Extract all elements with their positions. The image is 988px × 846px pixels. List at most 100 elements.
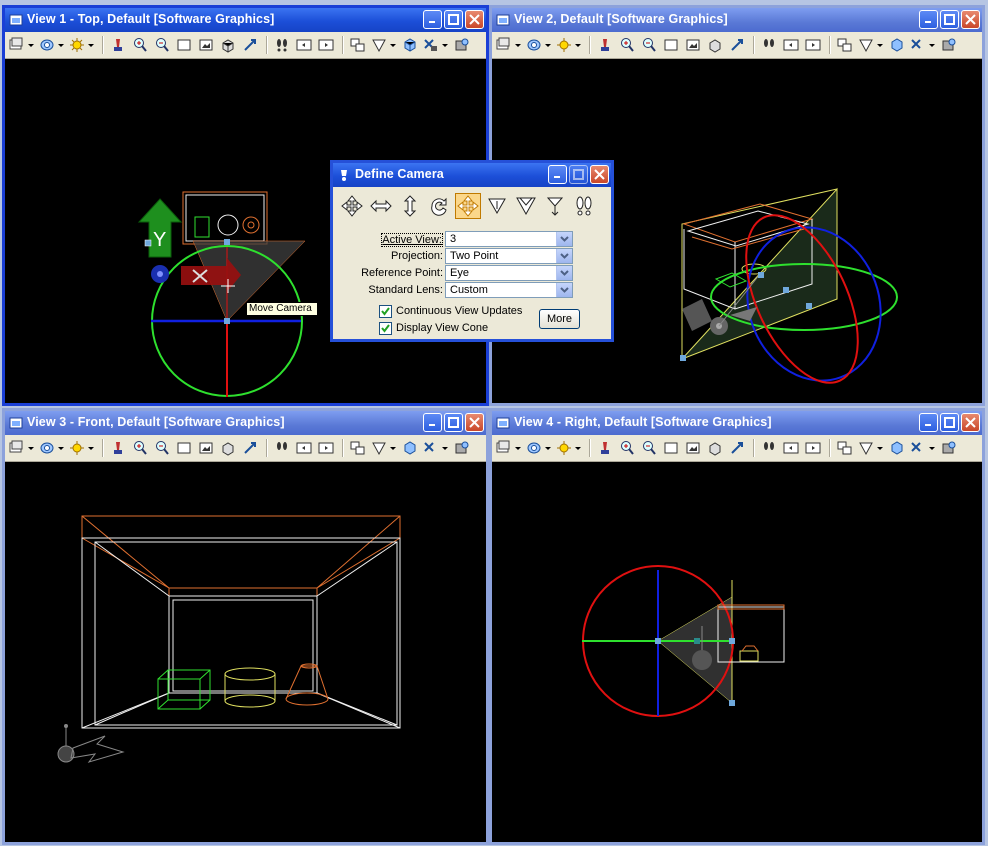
copy-view-icon[interactable] [348,35,368,55]
maximize-button[interactable] [940,413,959,432]
view-attributes-icon[interactable] [495,438,523,458]
lighting-icon[interactable] [555,35,583,55]
chevron-down-icon[interactable] [556,232,572,246]
view-2-titlebar[interactable]: View 2, Default [Software Graphics] [492,8,982,32]
close-button[interactable] [961,413,980,432]
view-3-window[interactable]: View 3 - Front, Default [Software Graphi… [2,408,489,845]
pan-view-icon[interactable] [727,438,747,458]
tilt-icon[interactable] [484,193,510,219]
camera-icon[interactable] [909,35,937,55]
zoom-out-icon[interactable] [152,35,172,55]
pan-view-icon[interactable] [727,35,747,55]
dialog-minimize-button[interactable] [548,165,567,184]
render-icon[interactable] [939,35,959,55]
view-3-viewport[interactable] [5,462,486,842]
clip-volume-icon[interactable] [857,35,885,55]
dolly-all-icon[interactable] [339,193,365,219]
lens-icon[interactable] [513,193,539,219]
rotate-view-icon[interactable] [218,438,238,458]
walk-icon[interactable] [759,35,779,55]
standard-lens-select[interactable]: Custom [445,282,573,298]
move-camera-icon[interactable] [455,193,481,219]
clip-volume-icon[interactable] [370,438,398,458]
window-area-icon[interactable] [661,438,681,458]
continuous-view-updates-checkbox[interactable]: Continuous View Updates [379,305,549,319]
update-view-icon[interactable] [108,438,128,458]
view-previous-icon[interactable] [781,35,801,55]
rotate-view-icon[interactable] [218,35,238,55]
window-area-icon[interactable] [174,35,194,55]
camera-icon[interactable] [422,35,450,55]
orbit-icon[interactable] [426,193,452,219]
minimize-button[interactable] [423,10,442,29]
view-next-icon[interactable] [803,438,823,458]
fit-view-icon[interactable] [196,35,216,55]
copy-view-icon[interactable] [835,35,855,55]
render-icon[interactable] [939,438,959,458]
rotate-view-icon[interactable] [705,35,725,55]
zoom-out-icon[interactable] [639,438,659,458]
zoom-in-icon[interactable] [130,35,150,55]
maximize-button[interactable] [444,413,463,432]
walk-icon[interactable] [272,438,292,458]
view-next-icon[interactable] [316,35,336,55]
view-3-titlebar[interactable]: View 3 - Front, Default [Software Graphi… [5,411,486,435]
close-button[interactable] [465,413,484,432]
pan-horizontal-icon[interactable] [368,193,394,219]
active-view-select[interactable]: 3 [445,231,573,247]
view-4-titlebar[interactable]: View 4 - Right, Default [Software Graphi… [492,411,982,435]
update-view-icon[interactable] [595,438,615,458]
view-4-viewport[interactable] [492,462,982,842]
view-next-icon[interactable] [803,35,823,55]
checkmark-icon[interactable] [379,322,392,335]
chevron-down-icon[interactable] [556,283,572,297]
update-view-icon[interactable] [108,35,128,55]
view-1-titlebar[interactable]: View 1 - Top, Default [Software Graphics… [5,8,486,32]
define-camera-dialog[interactable]: Define Camera Active View: 3 Projection:… [330,160,614,342]
more-button[interactable]: More [539,309,580,329]
dialog-titlebar[interactable]: Define Camera [333,163,611,187]
view-attributes-icon[interactable] [8,438,36,458]
walk-icon[interactable] [272,35,292,55]
view-previous-icon[interactable] [294,438,314,458]
cube-icon[interactable] [887,35,907,55]
walk-camera-icon[interactable] [571,193,597,219]
zoom-out-icon[interactable] [152,438,172,458]
close-button[interactable] [465,10,484,29]
zoom-in-icon[interactable] [617,438,637,458]
fit-view-icon[interactable] [683,35,703,55]
cube-icon[interactable] [887,438,907,458]
fit-view-icon[interactable] [683,438,703,458]
copy-view-icon[interactable] [348,438,368,458]
cube-icon[interactable] [400,35,420,55]
fit-view-icon[interactable] [196,438,216,458]
view-4-window[interactable]: View 4 - Right, Default [Software Graphi… [489,408,985,845]
copy-view-icon[interactable] [835,438,855,458]
checkmark-icon[interactable] [379,305,392,318]
view-attributes-icon[interactable] [495,35,523,55]
reference-point-select[interactable]: Eye [445,265,573,281]
camera-icon[interactable] [422,438,450,458]
view-next-icon[interactable] [316,438,336,458]
view-previous-icon[interactable] [781,438,801,458]
view-attributes-icon[interactable] [8,35,36,55]
dialog-close-button[interactable] [590,165,609,184]
clip-volume-icon[interactable] [857,438,885,458]
projection-select[interactable]: Two Point [445,248,573,264]
cube-icon[interactable] [400,438,420,458]
minimize-button[interactable] [919,10,938,29]
display-style-icon[interactable] [38,438,66,458]
chevron-down-icon[interactable] [556,266,572,280]
update-view-icon[interactable] [595,35,615,55]
walk-icon[interactable] [759,438,779,458]
window-area-icon[interactable] [174,438,194,458]
zoom-out-icon[interactable] [639,35,659,55]
pan-view-icon[interactable] [240,438,260,458]
display-style-icon[interactable] [38,35,66,55]
display-style-icon[interactable] [525,438,553,458]
minimize-button[interactable] [919,413,938,432]
display-style-icon[interactable] [525,35,553,55]
rotate-view-icon[interactable] [705,438,725,458]
clip-volume-icon[interactable] [370,35,398,55]
maximize-button[interactable] [444,10,463,29]
